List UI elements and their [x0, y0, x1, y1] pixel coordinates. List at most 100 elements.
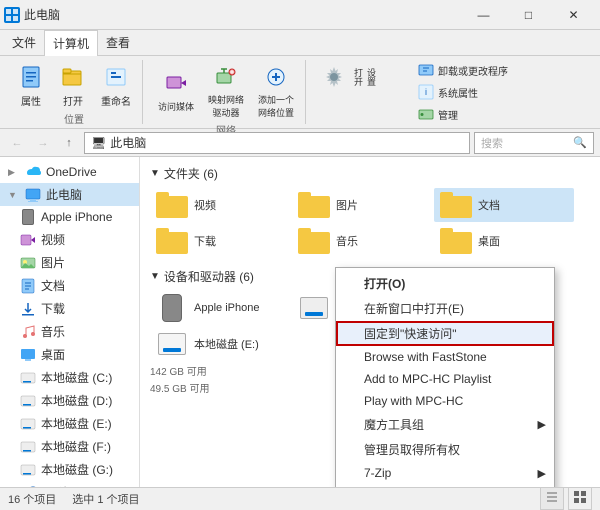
app-icon	[4, 7, 20, 23]
ribbon-btn-media[interactable]: 访问媒体	[153, 67, 199, 116]
sidebar-item-drive-g[interactable]: 本地磁盘 (G:)	[0, 458, 139, 481]
sidebar-label-video: 视频	[41, 231, 65, 248]
ribbon-btn-addnet[interactable]: 添加一个网络位置	[253, 60, 299, 122]
tab-view[interactable]: 查看	[98, 30, 138, 55]
ribbon-btn-sysprops[interactable]: i 系统属性	[414, 82, 512, 102]
media-label: 访问媒体	[158, 100, 194, 113]
device-iphone-icon	[156, 294, 188, 322]
address-input[interactable]: 🖥 此电脑	[84, 132, 470, 154]
sidebar-item-drive-f[interactable]: 本地磁盘 (F:)	[0, 435, 139, 458]
ribbon-btn-settings[interactable]: 打开设置	[316, 60, 408, 94]
folder-download[interactable]: 下载	[150, 224, 290, 258]
sidebar-item-drive-d[interactable]: 本地磁盘 (D:)	[0, 389, 139, 412]
open-label: 打开	[63, 93, 83, 108]
svg-text:i: i	[425, 87, 427, 97]
settings-label: 打开设置	[352, 68, 378, 86]
drive-f-icon	[20, 439, 36, 455]
drive-g-icon	[20, 462, 36, 478]
folder-desktop-label: 桌面	[478, 233, 500, 249]
ctx-7zip[interactable]: 7-Zip▶	[336, 462, 554, 484]
drive-d-icon	[20, 393, 36, 409]
ribbon-btn-manage[interactable]: 管理	[414, 104, 512, 124]
view-grid-btn[interactable]	[568, 487, 592, 510]
video-sidebar-icon	[20, 232, 36, 248]
sidebar-item-music[interactable]: 音乐	[0, 320, 139, 343]
sidebar-item-apple-iphone[interactable]: Apple iPhone	[0, 206, 139, 228]
device-drive-e[interactable]: 本地磁盘 (E:)	[150, 327, 290, 361]
folder-document[interactable]: 文档	[434, 188, 574, 222]
devices-toggle[interactable]: ▼	[150, 271, 160, 282]
back-button[interactable]: ←	[6, 132, 28, 154]
addnet-label: 添加一个网络位置	[258, 93, 294, 119]
sidebar-item-network[interactable]: ▶ 网络	[0, 481, 139, 487]
sidebar-item-onedrive[interactable]: ▶ OneDrive	[0, 161, 139, 183]
minimize-button[interactable]: —	[461, 0, 506, 30]
sidebar-item-picture[interactable]: 图片	[0, 251, 139, 274]
sidebar-label-drive-f: 本地磁盘 (F:)	[41, 438, 111, 455]
ribbon-location-buttons: 属性 打开 重命名	[12, 60, 136, 111]
tab-file[interactable]: 文件	[4, 30, 44, 55]
status-items-count: 16 个项目	[8, 491, 56, 507]
search-placeholder: 搜索	[481, 135, 503, 151]
picture-sidebar-icon	[20, 255, 36, 271]
main-area: ▶ OneDrive ▼ 此电脑 Apple iPhone 视频	[0, 157, 600, 487]
doc-sidebar-icon	[20, 278, 36, 294]
devices-section-label: 设备和驱动器 (6)	[164, 268, 254, 285]
ctx-pin-quick-access[interactable]: 固定到"快速访问"	[336, 321, 554, 346]
search-box[interactable]: 搜索 🔍	[474, 132, 594, 154]
ctx-browse-faststone[interactable]: Browse with FastStone	[336, 346, 554, 368]
map-icon	[212, 63, 240, 91]
ctx-play-mpc[interactable]: Play with MPC-HC	[336, 390, 554, 412]
map-label: 映射网络驱动器	[208, 93, 244, 119]
sidebar-item-drive-c[interactable]: 本地磁盘 (C:)	[0, 366, 139, 389]
folder-video[interactable]: 视频	[150, 188, 290, 222]
maximize-button[interactable]: □	[506, 0, 551, 30]
folder-music[interactable]: 音乐	[292, 224, 432, 258]
sidebar-label-drive-c: 本地磁盘 (C:)	[41, 369, 112, 386]
tab-computer[interactable]: 计算机	[44, 30, 98, 56]
sidebar-label-apple-iphone: Apple iPhone	[41, 210, 112, 224]
ribbon-btn-rename[interactable]: 重命名	[96, 60, 136, 111]
folders-toggle[interactable]: ▼	[150, 168, 160, 179]
sidebar-item-this-pc[interactable]: ▼ 此电脑	[0, 183, 139, 206]
ctx-magic-toolbox[interactable]: 魔方工具组▶	[336, 412, 554, 437]
window-title: 此电脑	[24, 6, 60, 23]
ctx-open-new-window[interactable]: 在新窗口中打开(E)	[336, 296, 554, 321]
sidebar-item-drive-e[interactable]: 本地磁盘 (E:)	[0, 412, 139, 435]
folder-desktop[interactable]: 桌面	[434, 224, 574, 258]
address-home-icon: 🖥	[91, 136, 106, 150]
ribbon-btn-uninstall[interactable]: 卸载或更改程序	[414, 60, 512, 80]
rename-label: 重命名	[101, 93, 131, 108]
ctx-crc-sha[interactable]: CRC SHA▶	[336, 484, 554, 487]
forward-button[interactable]: →	[32, 132, 54, 154]
network-icon	[25, 485, 41, 488]
desktop-sidebar-icon	[20, 347, 36, 363]
manage-label: 管理	[438, 107, 458, 122]
sidebar-item-download[interactable]: 下载	[0, 297, 139, 320]
ribbon-btn-map[interactable]: 映射网络驱动器	[203, 60, 249, 122]
this-pc-icon	[25, 187, 41, 203]
sysprops-label: 系统属性	[438, 85, 478, 100]
device-iphone[interactable]: Apple iPhone	[150, 291, 290, 325]
device-drive-c-icon	[298, 294, 330, 322]
ctx-add-mpc[interactable]: Add to MPC-HC Playlist	[336, 368, 554, 390]
view-controls	[540, 487, 592, 510]
ribbon-btn-open[interactable]: 打开	[54, 60, 92, 111]
address-text: 此电脑	[110, 134, 146, 151]
close-button[interactable]: ✕	[551, 0, 596, 30]
sidebar-item-desktop[interactable]: 桌面	[0, 343, 139, 366]
ctx-open[interactable]: 打开(O)	[336, 271, 554, 296]
view-list-btn[interactable]	[540, 487, 564, 510]
sidebar-label-desktop: 桌面	[41, 346, 65, 363]
ctx-admin-ownership[interactable]: 管理员取得所有权	[336, 437, 554, 462]
folder-document-icon	[440, 191, 472, 219]
sidebar-item-video[interactable]: 视频	[0, 228, 139, 251]
ribbon-tabs: 文件 计算机 查看	[0, 30, 600, 56]
folder-picture[interactable]: 图片	[292, 188, 432, 222]
sidebar-item-doc[interactable]: 文档	[0, 274, 139, 297]
drive-e-icon	[20, 416, 36, 432]
folder-desktop-icon	[440, 227, 472, 255]
up-button[interactable]: ↑	[58, 132, 80, 154]
ribbon-btn-props[interactable]: 属性	[12, 60, 50, 111]
group-location-label: 位置	[64, 111, 84, 128]
